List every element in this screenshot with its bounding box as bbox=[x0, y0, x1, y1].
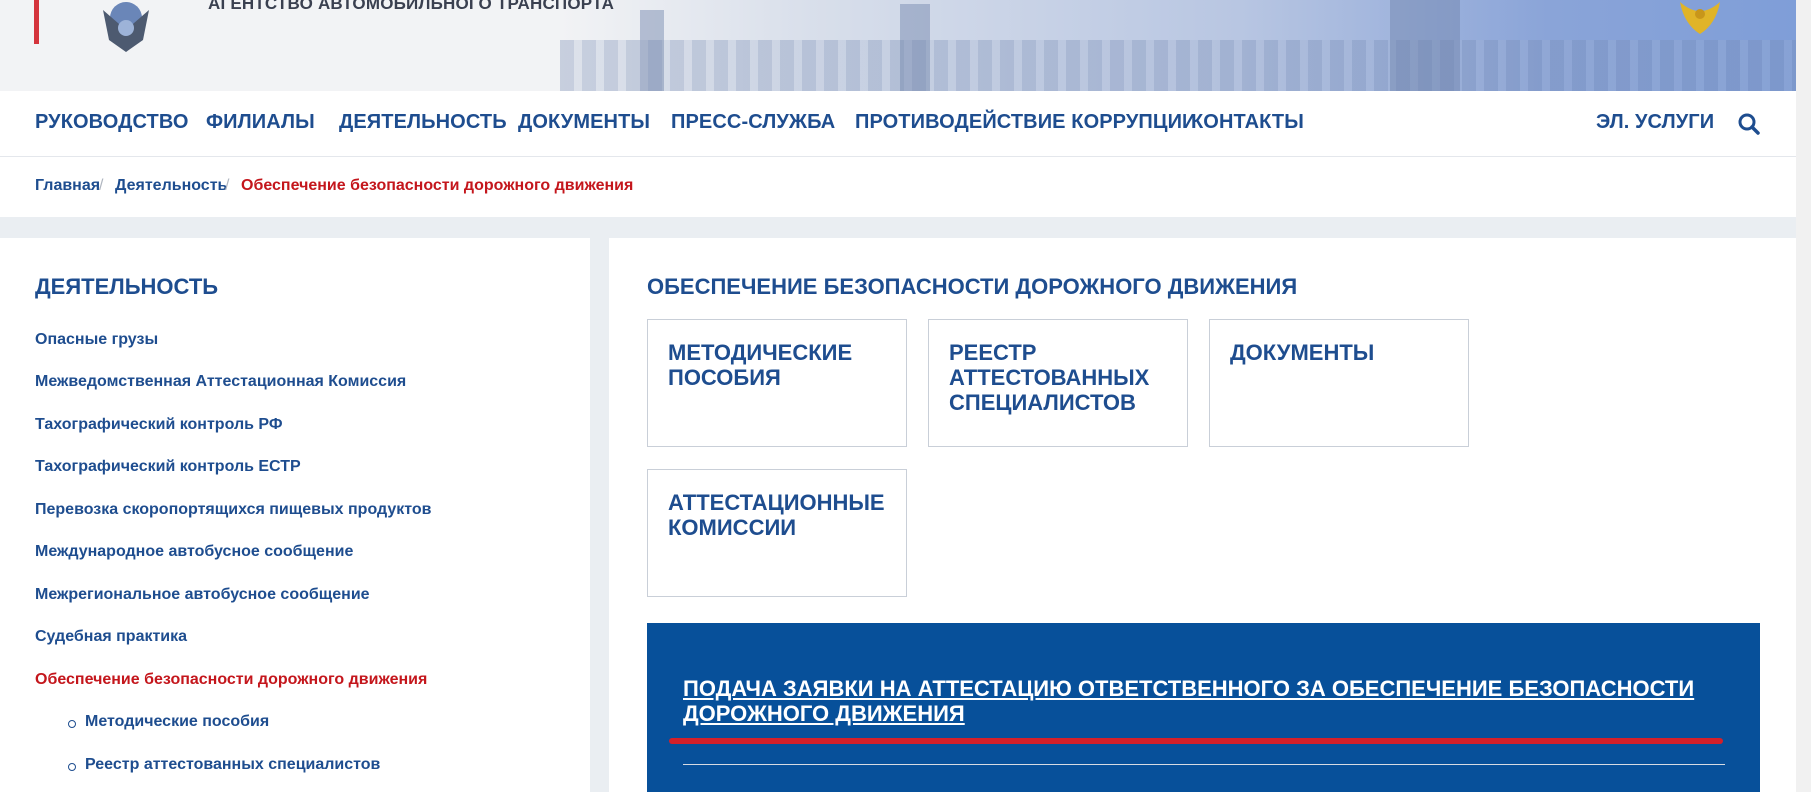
breadcrumb-activity[interactable]: Деятельность bbox=[115, 177, 227, 195]
nav-item-leadership[interactable]: РУКОВОДСТВО bbox=[35, 111, 189, 134]
card-label: АТТЕСТАЦИОННЫЕ bbox=[668, 490, 885, 515]
card-label: АТТЕСТОВАННЫХ bbox=[949, 365, 1150, 390]
nav-item-activity[interactable]: ДЕЯТЕЛЬНОСТЬ bbox=[339, 111, 507, 134]
main-navigation: РУКОВОДСТВО ФИЛИАЛЫ ДЕЯТЕЛЬНОСТЬ ДОКУМЕН… bbox=[0, 91, 1796, 157]
header-accent-bar bbox=[34, 0, 39, 44]
breadcrumb-home[interactable]: Главная bbox=[35, 177, 100, 195]
main-content: ОБЕСПЕЧЕНИЕ БЕЗОПАСНОСТИ ДОРОЖНОГО ДВИЖЕ… bbox=[609, 238, 1796, 792]
banner-accent-line bbox=[669, 738, 1723, 744]
agency-name: АГЕНТСТВО АВТОМОБИЛЬНОГО ТРАНСПОРТА bbox=[208, 0, 615, 13]
list-bullet bbox=[68, 763, 76, 771]
card-label: РЕЕСТР bbox=[949, 340, 1037, 365]
nav-item-anti-corruption[interactable]: ПРОТИВОДЕЙСТВИЕ КОРРУПЦИИ bbox=[855, 111, 1197, 134]
sidebar-item-attestation-commission[interactable]: Межведомственная Аттестационная Комиссия bbox=[35, 373, 406, 391]
card-label: МЕТОДИЧЕСКИЕ bbox=[668, 340, 853, 365]
sidebar-title: ДЕЯТЕЛЬНОСТЬ bbox=[35, 274, 219, 299]
kremlin-wall-decoration bbox=[560, 40, 1796, 91]
sidebar-subitem-specialists-registry[interactable]: Реестр аттестованных специалистов bbox=[85, 756, 380, 774]
sidebar-item-court-practice[interactable]: Судебная практика bbox=[35, 628, 187, 646]
sidebar-item-international-bus[interactable]: Международное автобусное сообщение bbox=[35, 543, 353, 561]
emblem-icon[interactable] bbox=[80, 0, 172, 52]
nav-item-e-services[interactable]: ЭЛ. УСЛУГИ bbox=[1596, 111, 1714, 134]
sidebar-item-interregional-bus[interactable]: Межрегиональное автобусное сообщение bbox=[35, 586, 370, 604]
nav-item-documents[interactable]: ДОКУМЕНТЫ bbox=[518, 111, 650, 134]
breadcrumb-separator: / bbox=[99, 177, 104, 194]
card-documents[interactable]: ДОКУМЕНТЫ bbox=[1209, 319, 1469, 447]
tower-decoration bbox=[1390, 0, 1460, 91]
coat-of-arms-icon bbox=[1672, 0, 1728, 36]
sidebar-item-tachograph-rf[interactable]: Тахографический контроль РФ bbox=[35, 416, 283, 434]
nav-item-contacts[interactable]: КОНТАКТЫ bbox=[1191, 111, 1304, 134]
sidebar-subitem-methodical-guides[interactable]: Методические пособия bbox=[85, 713, 269, 731]
scrollbar[interactable] bbox=[1796, 0, 1811, 792]
sidebar-item-perishable-goods[interactable]: Перевозка скоропортящихся пищевых продук… bbox=[35, 501, 432, 519]
card-label: СПЕЦИАЛИСТОВ bbox=[949, 390, 1136, 415]
application-link[interactable]: ПОДАЧА ЗАЯВКИ НА АТТЕСТАЦИЮ ОТВЕТСТВЕННО… bbox=[683, 676, 1723, 726]
sidebar-item-road-safety[interactable]: Обеспечение безопасности дорожного движе… bbox=[35, 671, 427, 689]
banner-divider bbox=[683, 764, 1725, 765]
breadcrumb: Главная / Деятельность / Обеспечение без… bbox=[0, 157, 1796, 217]
card-label: ДОКУМЕНТЫ bbox=[1230, 340, 1375, 365]
sidebar: ДЕЯТЕЛЬНОСТЬ Опасные грузы Межведомствен… bbox=[0, 238, 590, 792]
site-header: АГЕНТСТВО АВТОМОБИЛЬНОГО ТРАНСПОРТА bbox=[0, 0, 1796, 91]
nav-item-press[interactable]: ПРЕСС-СЛУЖБА bbox=[671, 111, 835, 134]
page-title: ОБЕСПЕЧЕНИЕ БЕЗОПАСНОСТИ ДОРОЖНОГО ДВИЖЕ… bbox=[647, 274, 1298, 299]
card-label: КОМИССИИ bbox=[668, 515, 797, 540]
application-banner: ПОДАЧА ЗАЯВКИ НА АТТЕСТАЦИЮ ОТВЕТСТВЕННО… bbox=[647, 623, 1760, 792]
sidebar-item-tachograph-estr[interactable]: Тахографический контроль ЕСТР bbox=[35, 458, 301, 476]
card-attestation-commissions[interactable]: АТТЕСТАЦИОННЫЕ КОМИССИИ bbox=[647, 469, 907, 597]
breadcrumb-separator: / bbox=[225, 177, 230, 194]
nav-item-branches[interactable]: ФИЛИАЛЫ bbox=[206, 111, 315, 134]
breadcrumb-current: Обеспечение безопасности дорожного движе… bbox=[241, 177, 634, 194]
list-bullet bbox=[68, 720, 76, 728]
card-label: ПОСОБИЯ bbox=[668, 365, 781, 390]
card-methodical-guides[interactable]: МЕТОДИЧЕСКИЕ ПОСОБИЯ bbox=[647, 319, 907, 447]
search-icon[interactable] bbox=[1738, 113, 1760, 135]
card-specialists-registry[interactable]: РЕЕСТР АТТЕСТОВАННЫХ СПЕЦИАЛИСТОВ bbox=[928, 319, 1188, 447]
sidebar-item-dangerous-goods[interactable]: Опасные грузы bbox=[35, 331, 158, 349]
tower-decoration bbox=[640, 10, 664, 91]
tower-decoration bbox=[900, 4, 930, 91]
